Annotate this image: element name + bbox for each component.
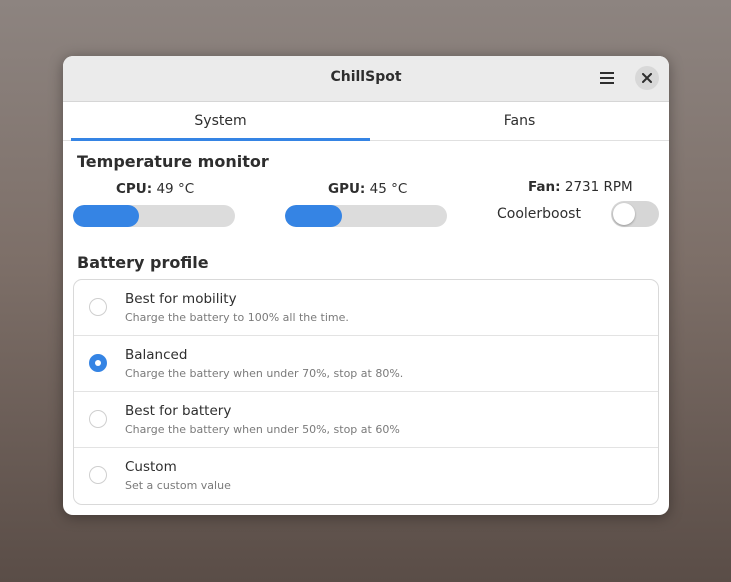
cpu-value: 49 °C <box>156 181 195 197</box>
titlebar: ChillSpot <box>63 56 669 102</box>
gpu-readout: GPU: 45 °C <box>328 181 407 197</box>
cpu-label: CPU: <box>116 181 153 197</box>
gpu-value: 45 °C <box>369 181 408 197</box>
battery-option-custom[interactable]: Custom Set a custom value <box>74 448 658 503</box>
battery-option-balanced[interactable]: Balanced Charge the battery when under 7… <box>74 336 658 392</box>
close-button[interactable] <box>635 66 659 90</box>
option-subtitle: Set a custom value <box>125 479 231 492</box>
radio-custom[interactable] <box>89 466 107 484</box>
option-title: Balanced <box>125 347 188 363</box>
cpu-level-fill <box>73 205 140 227</box>
radio-battery[interactable] <box>89 410 107 428</box>
battery-option-battery[interactable]: Best for battery Charge the battery when… <box>74 392 658 448</box>
main-menu-button[interactable] <box>593 66 621 90</box>
option-title: Custom <box>125 459 177 475</box>
battery-option-mobility[interactable]: Best for mobility Charge the battery to … <box>74 280 658 336</box>
close-icon <box>642 73 652 83</box>
option-subtitle: Charge the battery to 100% all the time. <box>125 311 349 324</box>
battery-profile-title: Battery profile <box>77 253 209 272</box>
radio-mobility[interactable] <box>89 298 107 316</box>
coolerboost-label: Coolerboost <box>497 206 581 222</box>
gpu-level-fill <box>285 205 342 227</box>
radio-balanced[interactable] <box>89 354 107 372</box>
temperature-monitor-title: Temperature monitor <box>77 152 269 171</box>
cpu-readout: CPU: 49 °C <box>116 181 194 197</box>
option-title: Best for battery <box>125 403 232 419</box>
active-tab-indicator <box>71 138 370 141</box>
option-title: Best for mobility <box>125 291 237 307</box>
option-subtitle: Charge the battery when under 70%, stop … <box>125 367 404 380</box>
option-subtitle: Charge the battery when under 50%, stop … <box>125 423 400 436</box>
tab-bar: System Fans <box>63 102 669 141</box>
fan-value: 2731 RPM <box>564 179 633 195</box>
hamburger-menu-icon <box>600 72 614 84</box>
gpu-label: GPU: <box>328 181 366 197</box>
cpu-level-bar <box>73 205 235 227</box>
app-window: ChillSpot System Fans Temperature monito… <box>63 56 669 515</box>
battery-profile-list: Best for mobility Charge the battery to … <box>73 279 659 505</box>
fan-label: Fan: <box>528 179 561 195</box>
coolerboost-switch[interactable] <box>611 201 659 227</box>
fan-readout: Fan: 2731 RPM <box>528 179 633 195</box>
window-title: ChillSpot <box>330 69 402 85</box>
tab-system[interactable]: System <box>71 102 370 140</box>
switch-knob <box>613 203 635 225</box>
tab-fans[interactable]: Fans <box>370 102 669 140</box>
gpu-level-bar <box>285 205 447 227</box>
